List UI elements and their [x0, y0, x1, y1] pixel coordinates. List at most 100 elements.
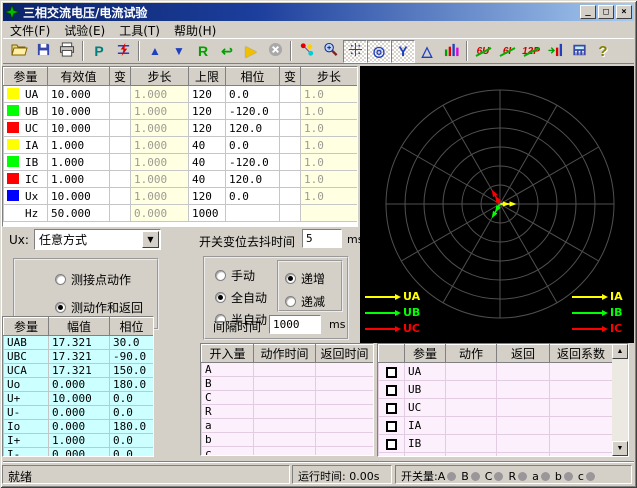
step-cell[interactable]: 1.000 [131, 120, 189, 137]
p-marker-button[interactable]: P [87, 40, 111, 63]
rms-cell[interactable]: 1.000 [48, 137, 110, 154]
param-name-cell[interactable]: Hz [4, 205, 48, 222]
close-button[interactable]: × [616, 5, 632, 19]
menu-item[interactable]: 文件(F) [3, 21, 57, 40]
vary-cell[interactable] [110, 205, 131, 222]
step-cell[interactable] [301, 205, 358, 222]
zoom-button[interactable] [319, 40, 343, 63]
rms-cell[interactable]: 10.000 [48, 103, 110, 120]
param-name-cell[interactable]: UC [4, 120, 48, 137]
vector-graph-button[interactable] [295, 40, 319, 63]
interval-input[interactable] [269, 315, 321, 334]
limit-cell[interactable]: 40 [189, 171, 226, 188]
row-checkbox[interactable] [386, 403, 397, 414]
param-name-cell[interactable]: IC [4, 171, 48, 188]
direction-radio[interactable]: 递减 [285, 293, 325, 310]
vertical-scrollbar[interactable]: ▲ ▼ [612, 344, 628, 456]
maximize-button[interactable]: □ [598, 5, 614, 19]
phase-cell[interactable]: -120.0 [226, 154, 280, 171]
step-cell[interactable]: 1.000 [131, 137, 189, 154]
rms-cell[interactable]: 1.000 [48, 154, 110, 171]
wye-connection-button[interactable]: Y [391, 40, 415, 63]
vary-cell[interactable] [280, 154, 301, 171]
step-up-button[interactable]: ▲ [143, 40, 167, 63]
vary-cell[interactable] [110, 154, 131, 171]
vary-cell[interactable] [280, 120, 301, 137]
phase-cell[interactable]: 0.0 [226, 188, 280, 205]
crosshair-view-button[interactable] [343, 40, 367, 63]
row-checkbox[interactable] [386, 367, 397, 378]
row-checkbox[interactable] [386, 439, 397, 450]
minimize-button[interactable]: _ [580, 5, 596, 19]
vary-cell[interactable] [280, 103, 301, 120]
run-mode-radio[interactable]: 全自动 [215, 289, 267, 306]
param-name-cell[interactable]: IA [4, 137, 48, 154]
step-cell[interactable]: 1.000 [131, 171, 189, 188]
menu-item[interactable]: 工具(T) [112, 21, 167, 40]
limit-cell[interactable]: 1000 [189, 205, 226, 222]
limit-cell[interactable]: 120 [189, 120, 226, 137]
scrollbar-track[interactable] [612, 359, 628, 441]
step-cell[interactable]: 1.000 [131, 103, 189, 120]
param-name-cell[interactable]: Ux [4, 188, 48, 205]
phase-cell[interactable]: -120.0 [226, 103, 280, 120]
phase-cell[interactable]: 0.0 [226, 86, 280, 103]
row-checkbox[interactable] [386, 385, 397, 396]
row-checkbox[interactable] [386, 457, 397, 458]
vary-cell[interactable] [110, 171, 131, 188]
rings-view-button[interactable]: ◎ [367, 40, 391, 63]
vary-cell[interactable] [280, 205, 301, 222]
chevron-down-icon[interactable]: ▼ [142, 231, 159, 248]
param-name-cell[interactable]: UB [4, 103, 48, 120]
rms-cell[interactable]: 10.000 [48, 86, 110, 103]
undo-button[interactable]: ↩ [215, 40, 239, 63]
vary-cell[interactable] [280, 137, 301, 154]
step-cell[interactable]: 0.000 [131, 205, 189, 222]
vary-cell[interactable] [110, 137, 131, 154]
row-checkbox[interactable] [386, 421, 397, 432]
vary-cell[interactable] [110, 86, 131, 103]
start-button[interactable]: ▶ [239, 40, 263, 63]
vary-cell[interactable] [280, 171, 301, 188]
step-cell[interactable]: 1.0 [301, 137, 358, 154]
scroll-up-icon[interactable]: ▲ [612, 344, 628, 359]
delta-connection-button[interactable]: △ [415, 40, 439, 63]
step-down-button[interactable]: ▼ [167, 40, 191, 63]
vary-cell[interactable] [110, 120, 131, 137]
rms-cell[interactable]: 10.000 [48, 188, 110, 205]
limit-cell[interactable]: 120 [189, 188, 226, 205]
phase-cell[interactable]: 120.0 [226, 171, 280, 188]
output-state-button[interactable] [543, 40, 567, 63]
phase-cell[interactable]: 120.0 [226, 120, 280, 137]
limit-cell[interactable]: 40 [189, 137, 226, 154]
step-cell[interactable]: 1.0 [301, 103, 358, 120]
run-mode-radio[interactable]: 手动 [215, 267, 267, 284]
limit-cell[interactable]: 40 [189, 154, 226, 171]
direction-radio[interactable]: 递增 [285, 270, 325, 287]
six-u-button[interactable]: 6U [471, 40, 495, 63]
step-cell[interactable]: 1.000 [131, 86, 189, 103]
step-cell[interactable]: 1.0 [301, 120, 358, 137]
calculator-button[interactable] [567, 40, 591, 63]
limit-cell[interactable]: 120 [189, 86, 226, 103]
title-bar[interactable]: 三相交流电压/电流试验 _ □ × [3, 3, 634, 21]
stop-button[interactable] [263, 40, 287, 63]
menu-item[interactable]: 帮助(H) [167, 21, 223, 40]
param-name-cell[interactable]: IB [4, 154, 48, 171]
save-button[interactable] [31, 40, 55, 63]
vary-cell[interactable] [280, 188, 301, 205]
scroll-down-icon[interactable]: ▼ [612, 441, 628, 456]
menu-item[interactable]: 试验(E) [57, 21, 112, 40]
debounce-input[interactable] [302, 229, 342, 248]
step-cell[interactable]: 1.0 [301, 86, 358, 103]
step-cell[interactable]: 1.000 [131, 154, 189, 171]
six-i-button[interactable]: 6I [495, 40, 519, 63]
param-name-cell[interactable]: UA [4, 86, 48, 103]
rms-cell[interactable]: 10.000 [48, 120, 110, 137]
phase-cell[interactable]: 0.0 [226, 137, 280, 154]
print-button[interactable] [55, 40, 79, 63]
step-cell[interactable]: 1.000 [131, 188, 189, 205]
contact-mode-radio[interactable]: 测动作和返回 [55, 299, 177, 316]
rms-cell[interactable]: 1.000 [48, 171, 110, 188]
twelve-p-button[interactable]: 12P [519, 40, 543, 63]
